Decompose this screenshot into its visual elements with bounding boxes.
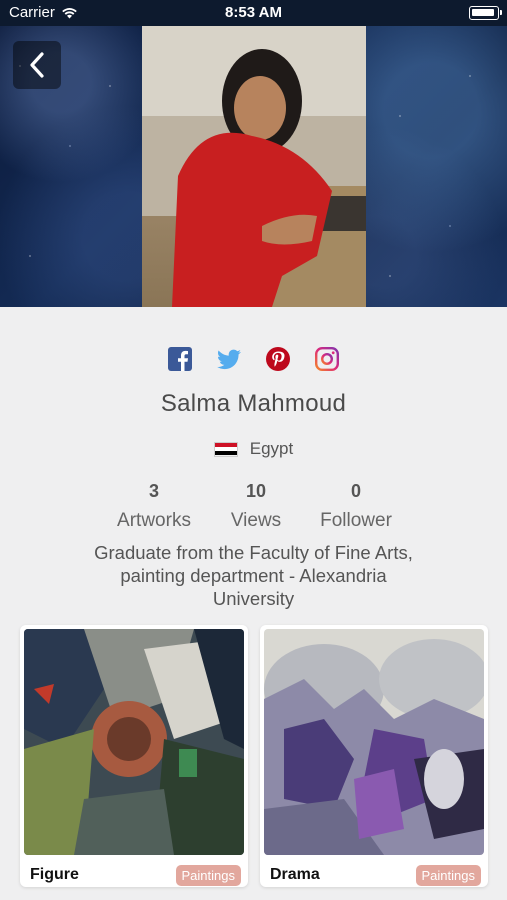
chevron-left-icon xyxy=(30,52,44,78)
artist-name: Salma Mahmoud xyxy=(160,390,347,417)
back-button[interactable] xyxy=(13,41,61,89)
artwork-card[interactable]: Figure Paintings xyxy=(20,625,248,887)
artist-bio: Graduate from the Faculty of Fine Arts, … xyxy=(94,542,413,609)
artwork-thumbnail xyxy=(264,629,484,855)
country-row: Egypt xyxy=(0,439,507,459)
artwork-thumbnail xyxy=(24,629,244,855)
artwork-title: Figure xyxy=(30,866,79,883)
instagram-icon[interactable] xyxy=(315,347,339,371)
category-badge: Paintings xyxy=(175,865,241,886)
social-links xyxy=(0,347,507,371)
profile-header xyxy=(0,26,507,307)
clock: 8:53 AM xyxy=(225,4,282,21)
profile-screen: Carrier 8:53 AM Salma Mahmoud Egypt 3 Ar… xyxy=(0,0,507,900)
pinterest-icon[interactable] xyxy=(266,347,290,371)
stat-value: 0 xyxy=(350,481,361,501)
profile-photo-image xyxy=(142,26,366,307)
artwork-title: Drama xyxy=(270,866,320,883)
egypt-flag-icon xyxy=(213,441,238,457)
battery-icon xyxy=(469,6,502,20)
stat-label: Follower xyxy=(320,510,392,531)
artwork-card[interactable]: Drama Paintings xyxy=(260,625,488,887)
stat-followers[interactable]: 0 Follower xyxy=(296,481,416,532)
status-bar: Carrier 8:53 AM xyxy=(0,0,507,26)
profile-photo xyxy=(142,26,366,307)
facebook-icon[interactable] xyxy=(168,347,192,371)
twitter-icon[interactable] xyxy=(217,347,241,371)
country-label: Egypt xyxy=(249,439,294,458)
category-badge: Paintings xyxy=(415,865,481,886)
